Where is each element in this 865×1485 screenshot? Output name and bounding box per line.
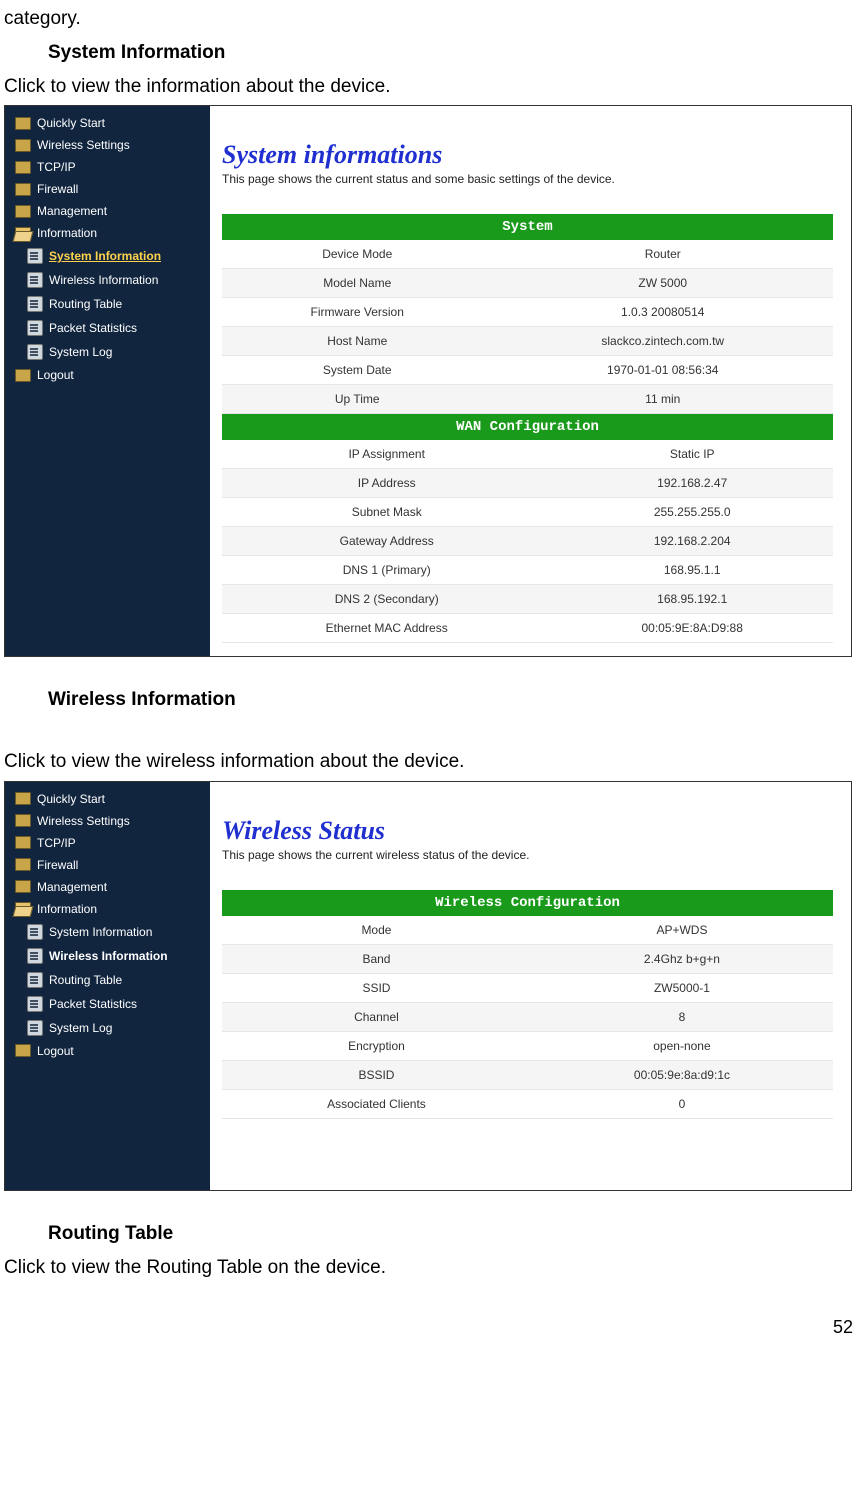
sidebar-item-tcpip[interactable]: TCP/IP (5, 156, 210, 178)
panel-desc: This page shows the current wireless sta… (222, 848, 833, 862)
folder-icon (15, 814, 31, 827)
page-icon (27, 1020, 43, 1036)
heading-routing-table: Routing Table (48, 1223, 861, 1245)
sidebar-item-routing-table[interactable]: Routing Table (5, 292, 210, 316)
wan-table: IP AssignmentStatic IP IP Address192.168… (222, 440, 833, 643)
sidebar-item-packet-statistics[interactable]: Packet Statistics (5, 992, 210, 1016)
body-system-information: Click to view the information about the … (4, 74, 861, 100)
page-icon (27, 248, 43, 264)
sidebar-item-logout[interactable]: Logout (5, 364, 210, 386)
table-row: IP AssignmentStatic IP (222, 440, 833, 469)
sidebar-item-system-information[interactable]: System Information (5, 920, 210, 944)
table-row: IP Address192.168.2.47 (222, 469, 833, 498)
table-row: Host Nameslackco.zintech.com.tw (222, 327, 833, 356)
heading-system-information: System Information (48, 42, 861, 64)
sidebar-item-quickly-start[interactable]: Quickly Start (5, 112, 210, 134)
sidebar-item-management[interactable]: Management (5, 876, 210, 898)
content-panel: Wireless Status This page shows the curr… (210, 782, 851, 1190)
page-icon (27, 948, 43, 964)
sidebar-item-wireless-information[interactable]: Wireless Information (5, 944, 210, 968)
panel-title: Wireless Status (222, 816, 833, 846)
table-row: DNS 1 (Primary)168.95.1.1 (222, 556, 833, 585)
panel-desc: This page shows the current status and s… (222, 172, 833, 186)
section-header-wireless: Wireless Configuration (222, 890, 833, 916)
sidebar-item-wireless-settings[interactable]: Wireless Settings (5, 134, 210, 156)
sidebar: Quickly Start Wireless Settings TCP/IP F… (5, 106, 210, 656)
sidebar-item-wireless-information[interactable]: Wireless Information (5, 268, 210, 292)
table-row: ModeAP+WDS (222, 916, 833, 945)
sidebar-item-system-information[interactable]: System Information (5, 244, 210, 268)
table-row: Device ModeRouter (222, 240, 833, 269)
page-number: 52 (4, 1287, 861, 1346)
page-icon (27, 972, 43, 988)
folder-icon (15, 880, 31, 893)
sidebar-item-system-log[interactable]: System Log (5, 340, 210, 364)
sidebar-item-packet-statistics[interactable]: Packet Statistics (5, 316, 210, 340)
sidebar-item-routing-table[interactable]: Routing Table (5, 968, 210, 992)
table-row: Firmware Version1.0.3 20080514 (222, 298, 833, 327)
sidebar-item-tcpip[interactable]: TCP/IP (5, 832, 210, 854)
sidebar-item-wireless-settings[interactable]: Wireless Settings (5, 810, 210, 832)
table-row: System Date1970-01-01 08:56:34 (222, 356, 833, 385)
sidebar-item-firewall[interactable]: Firewall (5, 178, 210, 200)
system-table: Device ModeRouter Model NameZW 5000 Firm… (222, 240, 833, 414)
embedded-screenshot-sysinfo: Quickly Start Wireless Settings TCP/IP F… (4, 105, 852, 657)
folder-icon (15, 858, 31, 871)
table-row: DNS 2 (Secondary)168.95.192.1 (222, 585, 833, 614)
table-row: Gateway Address192.168.2.204 (222, 527, 833, 556)
sidebar-item-system-log[interactable]: System Log (5, 1016, 210, 1040)
folder-icon (15, 205, 31, 218)
table-row: Model NameZW 5000 (222, 269, 833, 298)
folder-icon (15, 117, 31, 130)
body-routing-table: Click to view the Routing Table on the d… (4, 1255, 861, 1281)
table-row: Ethernet MAC Address00:05:9E:8A:D9:88 (222, 614, 833, 643)
embedded-screenshot-wireless: Quickly Start Wireless Settings TCP/IP F… (4, 781, 852, 1191)
folder-icon (15, 183, 31, 196)
table-row: Channel8 (222, 1002, 833, 1031)
heading-wireless-information: Wireless Information (48, 689, 861, 711)
table-row: Encryptionopen-none (222, 1031, 833, 1060)
table-row: Up Time11 min (222, 385, 833, 414)
sidebar: Quickly Start Wireless Settings TCP/IP F… (5, 782, 210, 1190)
folder-open-icon (15, 227, 31, 240)
folder-icon (15, 139, 31, 152)
section-header-wan: WAN Configuration (222, 414, 833, 440)
wireless-table: ModeAP+WDS Band2.4Ghz b+g+n SSIDZW5000-1… (222, 916, 833, 1119)
body-wireless-information: Click to view the wireless information a… (4, 749, 861, 775)
folder-icon (15, 836, 31, 849)
page-icon (27, 924, 43, 940)
page-icon (27, 320, 43, 336)
page-icon (27, 272, 43, 288)
sidebar-item-logout[interactable]: Logout (5, 1040, 210, 1062)
page-pretext: category. (4, 6, 861, 32)
page-icon (27, 296, 43, 312)
folder-icon (15, 792, 31, 805)
sidebar-item-management[interactable]: Management (5, 200, 210, 222)
section-header-system: System (222, 214, 833, 240)
table-row: Associated Clients0 (222, 1089, 833, 1118)
sidebar-item-information[interactable]: Information (5, 898, 210, 920)
page-icon (27, 996, 43, 1012)
sidebar-item-information[interactable]: Information (5, 222, 210, 244)
folder-icon (15, 161, 31, 174)
folder-icon (15, 369, 31, 382)
table-row: Band2.4Ghz b+g+n (222, 944, 833, 973)
content-panel: System informations This page shows the … (210, 106, 851, 656)
table-row: BSSID00:05:9e:8a:d9:1c (222, 1060, 833, 1089)
sidebar-item-firewall[interactable]: Firewall (5, 854, 210, 876)
folder-open-icon (15, 902, 31, 915)
page-icon (27, 344, 43, 360)
sidebar-item-quickly-start[interactable]: Quickly Start (5, 788, 210, 810)
folder-icon (15, 1044, 31, 1057)
table-row: Subnet Mask255.255.255.0 (222, 498, 833, 527)
table-row: SSIDZW5000-1 (222, 973, 833, 1002)
panel-title: System informations (222, 140, 833, 170)
